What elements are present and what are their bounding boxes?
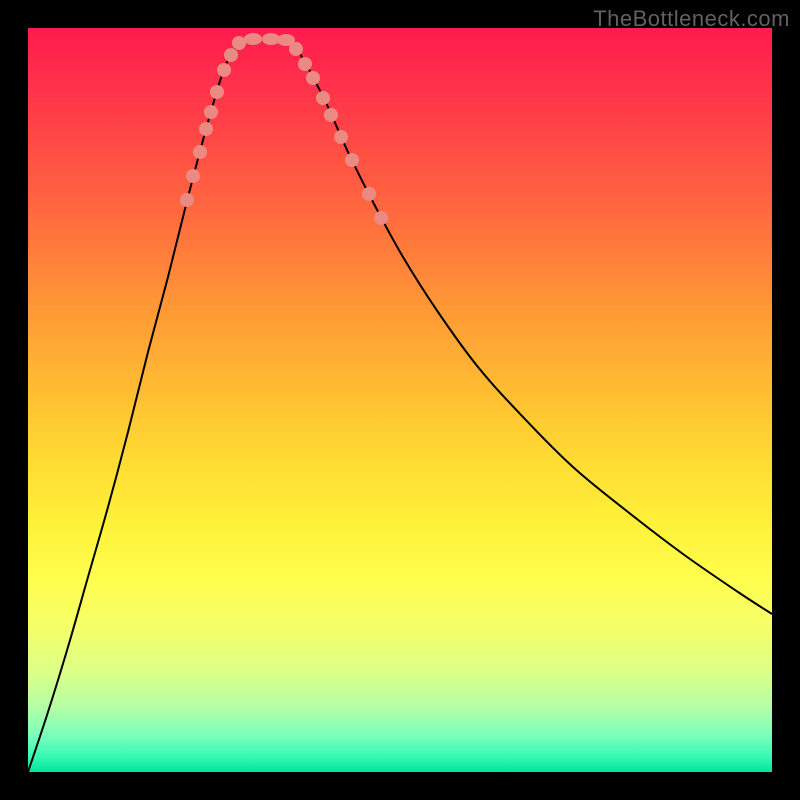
curve-right-arm — [288, 40, 772, 614]
data-point — [316, 91, 330, 105]
data-point — [204, 105, 218, 119]
dots-left-arm — [180, 36, 246, 207]
dots-floor — [244, 33, 295, 46]
dots-right-arm — [289, 42, 388, 225]
data-point — [186, 169, 200, 183]
data-point — [334, 130, 348, 144]
data-point — [289, 42, 303, 56]
data-point — [244, 33, 262, 45]
chart-svg — [28, 28, 772, 772]
data-point — [362, 187, 376, 201]
data-point — [298, 57, 312, 71]
data-point — [324, 108, 338, 122]
data-point — [193, 145, 207, 159]
data-point — [180, 193, 194, 207]
chart-area — [28, 28, 772, 772]
data-point — [210, 85, 224, 99]
data-point — [374, 211, 388, 225]
data-point — [217, 63, 231, 77]
data-point — [306, 71, 320, 85]
data-point — [232, 36, 246, 50]
data-point — [224, 48, 238, 62]
data-point — [345, 153, 359, 167]
data-point — [199, 122, 213, 136]
curve-left-arm — [28, 40, 243, 772]
